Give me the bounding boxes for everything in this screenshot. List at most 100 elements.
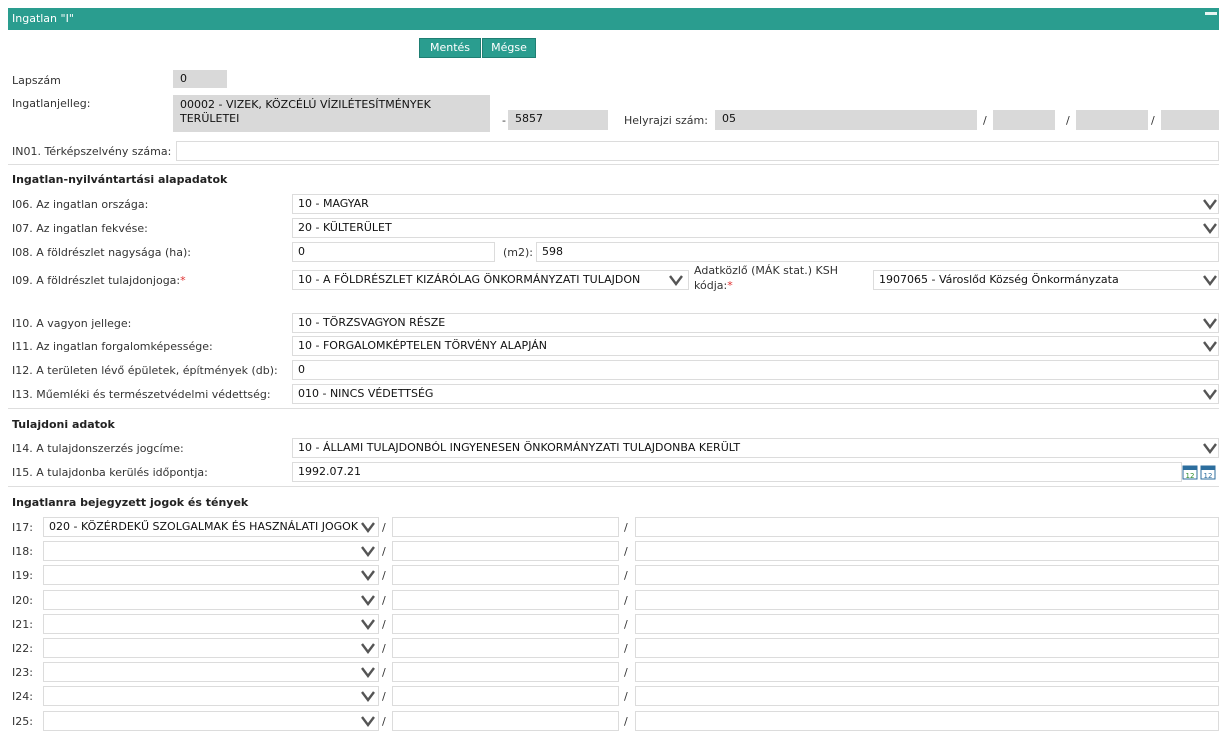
chevron-down-icon[interactable] (361, 594, 375, 606)
hrsz-sub2-field[interactable] (1076, 110, 1148, 130)
jelleg-dash: - (502, 114, 506, 127)
i08-label: I08. A földrészlet nagysága (ha): (12, 246, 191, 259)
rights-row-field-3[interactable] (635, 565, 1219, 585)
i07-select[interactable]: 20 - KÜLTERÜLET (292, 218, 1219, 238)
rights-row-select[interactable] (43, 590, 379, 610)
i09-select[interactable]: 10 - A FÖLDRÉSZLET KIZÁRÓLAG ÖNKORMÁNYZA… (292, 270, 689, 290)
i12-input[interactable]: 0 (292, 360, 1219, 380)
chevron-down-icon[interactable] (1203, 274, 1217, 286)
divider (8, 486, 1219, 487)
m2-input[interactable]: 598 (536, 242, 1219, 262)
rights-row-field-2[interactable] (392, 662, 619, 682)
rights-row-slash: / (382, 666, 386, 679)
rights-row-field-3[interactable] (635, 517, 1219, 537)
i15-date-input[interactable]: 1992.07.21 (292, 462, 1182, 482)
rights-row-field-2[interactable] (392, 614, 619, 634)
lapszam-field: 0 (173, 70, 227, 88)
ksh-value: 1907065 - Városlőd Község Önkormányzata (879, 273, 1119, 286)
chevron-down-icon[interactable] (361, 715, 375, 727)
i13-select[interactable]: 010 - NINCS VÉDETTSÉG (292, 384, 1219, 404)
i11-select[interactable]: 10 - FORGALOMKÉPTELEN TÖRVÉNY ALAPJÁN (292, 336, 1219, 356)
jelleg-label: Ingatlanjelleg: (12, 97, 91, 110)
rights-row-field-3[interactable] (635, 638, 1219, 658)
rights-row-select[interactable] (43, 565, 379, 585)
rights-row-field-2[interactable] (392, 565, 619, 585)
rights-row-field-2[interactable] (392, 590, 619, 610)
i10-value: 10 - TÖRZSVAGYON RÉSZE (298, 316, 446, 329)
i14-select[interactable]: 10 - ÁLLAMI TULAJDONBÓL INGYENESEN ÖNKOR… (292, 438, 1219, 458)
rights-row-slash: / (624, 666, 628, 679)
i13-value: 010 - NINCS VÉDETTSÉG (298, 387, 434, 400)
i06-select[interactable]: 10 - MAGYAR (292, 194, 1219, 214)
rights-row-field-3[interactable] (635, 541, 1219, 561)
rights-row-label: I19: (12, 569, 33, 582)
rights-row-label: I24: (12, 690, 33, 703)
ksh-label-line2: kódja: (694, 279, 728, 292)
rights-row-field-3[interactable] (635, 711, 1219, 731)
chevron-down-icon[interactable] (361, 642, 375, 654)
hrsz-field[interactable]: 05 (715, 110, 977, 130)
rights-row-field-2[interactable] (392, 541, 619, 561)
rights-row-select[interactable] (43, 541, 379, 561)
rights-row-slash: / (624, 545, 628, 558)
in01-label: IN01. Térképszelvény száma: (12, 145, 172, 158)
chevron-down-icon[interactable] (361, 569, 375, 581)
i10-select[interactable]: 10 - TÖRZSVAGYON RÉSZE (292, 313, 1219, 333)
rights-row-field-2[interactable] (392, 711, 619, 731)
i08-input[interactable]: 0 (292, 242, 495, 262)
rights-row-select[interactable] (43, 662, 379, 682)
rights-row-field-3[interactable] (635, 590, 1219, 610)
rights-row-select[interactable] (43, 614, 379, 634)
i09-label-text: I09. A földrészlet tulajdonjoga: (12, 274, 181, 287)
chevron-down-icon[interactable] (1203, 388, 1217, 400)
chevron-down-icon[interactable] (1203, 317, 1217, 329)
rights-row-select[interactable] (43, 711, 379, 731)
rights-row-select[interactable] (43, 686, 379, 706)
rights-row-field-2[interactable] (392, 686, 619, 706)
chevron-down-icon[interactable] (361, 690, 375, 702)
chevron-down-icon[interactable] (1203, 198, 1217, 210)
in01-input[interactable] (176, 141, 1219, 161)
cancel-button[interactable]: Mégse (482, 38, 536, 58)
hrsz-slash-1: / (983, 114, 987, 127)
lapszam-label: Lapszám (12, 74, 61, 87)
calendar-day: 12 (1186, 472, 1195, 480)
hrsz-sub1-field[interactable] (993, 110, 1055, 130)
chevron-down-icon[interactable] (361, 666, 375, 678)
rights-row-slash: / (382, 715, 386, 728)
chevron-down-icon[interactable] (669, 274, 683, 286)
rights-row-select[interactable] (43, 638, 379, 658)
maximize-icon[interactable] (1205, 12, 1217, 15)
ksh-select[interactable]: 1907065 - Városlőd Község Önkormányzata (873, 270, 1219, 290)
ksh-label-line1: Adatközlő (MÁK stat.) KSH (694, 264, 838, 277)
i14-value: 10 - ÁLLAMI TULAJDONBÓL INGYENESEN ÖNKOR… (298, 441, 741, 454)
calendar-icon[interactable]: 12 (1200, 464, 1216, 480)
calendar-icon[interactable]: 12 (1182, 464, 1198, 480)
chevron-down-icon[interactable] (1203, 340, 1217, 352)
hrsz-label: Helyrajzi szám: (624, 114, 708, 127)
chevron-down-icon[interactable] (361, 545, 375, 557)
chevron-down-icon[interactable] (361, 521, 375, 533)
required-marker: * (727, 279, 733, 292)
i13-label: I13. Műemléki és természetvédelmi védett… (12, 388, 271, 401)
divider (8, 408, 1219, 409)
rights-row-select[interactable]: 020 - KÖZÉRDEKŰ SZOLGALMAK ÉS HASZNÁLATI… (43, 517, 379, 537)
chevron-down-icon[interactable] (1203, 222, 1217, 234)
rights-row-field-2[interactable] (392, 517, 619, 537)
divider (8, 164, 1219, 165)
chevron-down-icon[interactable] (361, 618, 375, 630)
rights-row-field-3[interactable] (635, 662, 1219, 682)
i07-label: I07. Az ingatlan fekvése: (12, 222, 148, 235)
i11-value: 10 - FORGALOMKÉPTELEN TÖRVÉNY ALAPJÁN (298, 339, 547, 352)
rights-row-field-3[interactable] (635, 614, 1219, 634)
chevron-down-icon[interactable] (1203, 442, 1217, 454)
i12-label: I12. A területen lévő épületek, építmény… (12, 364, 278, 377)
save-button[interactable]: Mentés (419, 38, 481, 58)
i06-label: I06. Az ingatlan országa: (12, 198, 149, 211)
hrsz-slash-3: / (1151, 114, 1155, 127)
hrsz-slash-2: / (1066, 114, 1070, 127)
rights-row-slash: / (382, 618, 386, 631)
hrsz-sub3-field[interactable] (1161, 110, 1219, 130)
rights-row-field-3[interactable] (635, 686, 1219, 706)
rights-row-field-2[interactable] (392, 638, 619, 658)
